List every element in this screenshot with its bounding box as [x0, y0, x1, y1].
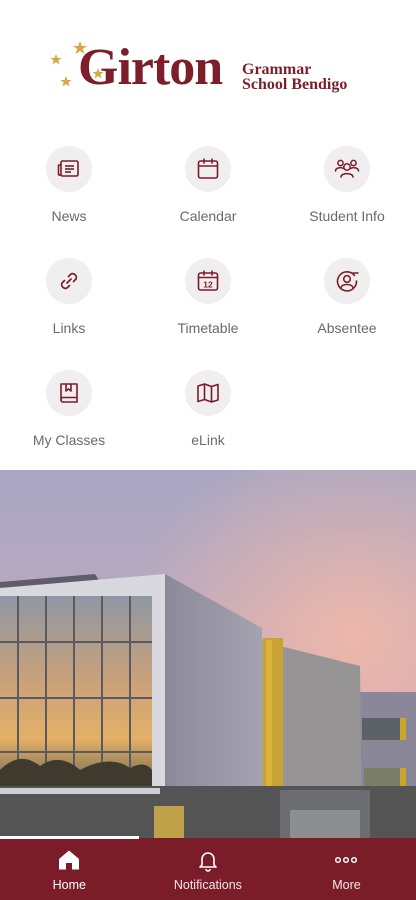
- tile-label: News: [51, 208, 87, 224]
- tile-label: Absentee: [317, 320, 377, 336]
- tile-label: Timetable: [177, 320, 239, 336]
- nav-label: Notifications: [173, 878, 242, 892]
- nav-label: More: [332, 878, 361, 892]
- logo-subtitle-line1: Grammar: [242, 61, 312, 78]
- tile-calendar[interactable]: Calendar: [139, 146, 277, 246]
- tile-label: Student Info: [309, 208, 385, 224]
- tile-label: My Classes: [32, 432, 106, 448]
- link-icon: [60, 272, 78, 290]
- newspaper-icon: [57, 160, 79, 177]
- timetable-calendar-icon: 12: [197, 270, 219, 291]
- tile-label: Calendar: [179, 208, 237, 224]
- nav-home[interactable]: Home: [0, 838, 139, 900]
- tile-icon-circle: 12: [185, 258, 231, 304]
- tile-links[interactable]: Links: [0, 258, 138, 358]
- active-tab-indicator: [0, 836, 139, 839]
- bell-icon: [199, 852, 217, 872]
- nav-more[interactable]: More: [277, 838, 416, 900]
- logo-subtitle-line2: School Bendigo: [242, 76, 348, 93]
- school-logo: Girton Grammar School Bendigo: [48, 38, 368, 100]
- tile-absentee[interactable]: Absentee: [278, 258, 416, 358]
- tile-timetable[interactable]: 12 Timetable: [139, 258, 277, 358]
- bookmark-book-icon: [60, 383, 78, 403]
- tile-icon-circle: [185, 146, 231, 192]
- users-icon: [334, 159, 360, 178]
- tile-icon-circle: [46, 146, 92, 192]
- nav-notifications[interactable]: Notifications: [139, 838, 278, 900]
- tile-elink[interactable]: eLink: [139, 370, 277, 470]
- map-icon: [197, 383, 219, 403]
- tile-icon-circle: [46, 258, 92, 304]
- calendar-icon: [197, 158, 219, 179]
- logo-wordmark: Girton: [78, 39, 223, 96]
- tile-icon-circle: [185, 370, 231, 416]
- tile-icon-circle: [324, 146, 370, 192]
- home-icon: [59, 850, 80, 870]
- school-building-photo: [0, 470, 416, 838]
- more-dots-icon: [335, 856, 358, 864]
- tile-label: eLink: [191, 432, 225, 448]
- tile-news[interactable]: News: [0, 146, 138, 246]
- user-minus-icon: [336, 271, 359, 292]
- tile-label: Links: [52, 320, 86, 336]
- logo-subtitle: Grammar School Bendigo: [242, 61, 348, 93]
- tile-icon-circle: [46, 370, 92, 416]
- tile-student-info[interactable]: Student Info: [278, 146, 416, 246]
- svg-text:12: 12: [203, 280, 213, 290]
- tile-icon-circle: [324, 258, 370, 304]
- tile-my-classes[interactable]: My Classes: [0, 370, 138, 470]
- bottom-nav: Home Notifications More: [0, 836, 416, 900]
- nav-label: Home: [52, 878, 86, 892]
